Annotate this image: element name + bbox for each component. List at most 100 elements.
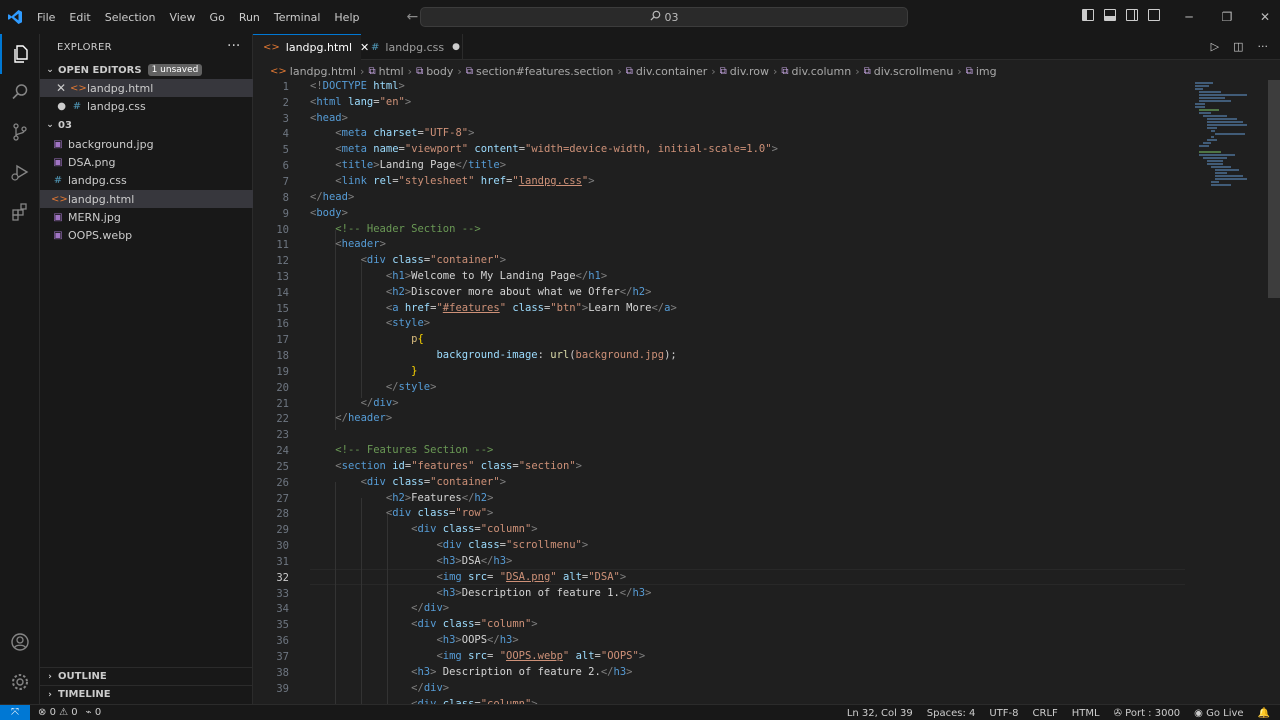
live-server-port[interactable]: ✇ Port : 3000 [1114,708,1181,719]
run-play-icon[interactable]: ▷ [1211,40,1219,53]
chevron-right-icon: › [457,64,462,78]
chevron-right-icon: › [48,689,52,700]
unsaved-dot-icon[interactable]: ● [40,101,66,112]
breadcrumb-item[interactable]: body [426,65,453,78]
notifications-bell-icon[interactable]: 🔔 [1258,708,1270,719]
toggle-panel-icon[interactable] [1104,9,1116,21]
tab-landpg-html[interactable]: <> landpg.html ✕ [253,34,369,60]
language-mode[interactable]: HTML [1072,708,1100,719]
breadcrumb-item[interactable]: div.container [636,65,707,78]
encoding[interactable]: UTF-8 [989,708,1018,719]
line-number: 9 [282,208,289,220]
tab-landpg-css[interactable]: # landpg.css ● [361,34,463,60]
tab-label: landpg.html [285,41,353,54]
code-line: <h3> Description of feature 2.</h3> [411,666,633,678]
breadcrumb-item[interactable]: html [379,65,404,78]
breadcrumb-item[interactable]: img [976,65,997,78]
line-number: 25 [276,461,289,473]
close-editor-icon[interactable]: ✕ [40,81,66,95]
breadcrumb-item[interactable]: div.row [730,65,769,78]
menu-selection[interactable]: Selection [98,11,163,24]
breadcrumb-item[interactable]: div.column [792,65,852,78]
line-number: 33 [276,588,289,600]
image-file-icon: ▣ [53,156,63,168]
element-icon: ⧉ [863,65,871,77]
open-editors-header[interactable]: ⌄ OPEN EDITORS 1 unsaved [40,61,253,79]
file-item-landpg-css[interactable]: # landpg.css [40,171,253,189]
code-line: <div class="container"> [360,254,507,266]
open-editor-item-landpg-css[interactable]: ● # landpg.css [40,97,253,115]
menu-terminal[interactable]: Terminal [267,11,328,24]
line-number: 17 [276,334,289,346]
file-item-background-jpg[interactable]: ▣ background.jpg [40,135,253,153]
menu-file[interactable]: File [30,11,62,24]
accounts-icon[interactable] [0,622,40,662]
open-editor-item-landpg-html[interactable]: ✕ <> landpg.html [40,79,253,97]
outline-header[interactable]: › OUTLINE [40,667,253,685]
close-window-icon[interactable]: ✕ [1246,0,1280,34]
breadcrumb-item[interactable]: landpg.html [290,65,356,78]
toggle-primary-sidebar-icon[interactable] [1082,9,1094,21]
file-label: landpg.css [68,173,127,187]
editor-tabs: <> landpg.html ✕ # landpg.css ● ▷ ◫ ··· [253,34,1280,60]
line-number: 30 [276,540,289,552]
file-label: DSA.png [68,155,116,169]
file-item-dsa-png[interactable]: ▣ DSA.png [40,153,253,171]
line-number: 19 [276,366,289,378]
unsaved-badge: 1 unsaved [147,64,203,76]
code-line: <!-- Header Section --> [335,223,481,235]
window-controls: ─ ❐ ✕ [1170,0,1280,34]
unsaved-dot-icon[interactable]: ● [452,42,460,52]
vertical-scrollbar[interactable] [1268,80,1280,298]
code-line: <h2>Features</h2> [385,492,494,504]
timeline-header[interactable]: › TIMELINE [40,685,253,703]
port-label: Port : 3000 [1125,707,1181,719]
explorer-sidebar: EXPLORER ··· ⌄ OPEN EDITORS 1 unsaved ✕ … [40,34,253,704]
minimap[interactable] [1190,80,1250,200]
restore-icon[interactable]: ❐ [1208,0,1246,34]
toggle-secondary-sidebar-icon[interactable] [1126,9,1138,21]
command-center-search[interactable]: 03 [420,7,908,27]
menu-help[interactable]: Help [327,11,366,24]
extensions-icon[interactable] [0,192,40,232]
timeline-label: TIMELINE [58,689,111,700]
breadcrumb-item[interactable]: div.scrollmenu [874,65,954,78]
menu-edit[interactable]: Edit [62,11,97,24]
back-arrow-icon[interactable]: ← [406,9,418,25]
indentation[interactable]: Spaces: 4 [927,708,976,719]
minimize-icon[interactable]: ─ [1170,0,1208,34]
ports-indicator[interactable]: ⌁ 0 [86,707,102,718]
more-actions-icon[interactable]: ··· [1258,40,1269,53]
run-and-debug-icon[interactable] [0,152,40,192]
settings-gear-icon[interactable] [0,662,40,702]
breadcrumb-item[interactable]: section#features.section [476,65,613,78]
code-editor[interactable]: 1 2 3 4 5 6 7 8 9 10 11 12 13 14 15 16 17 18 19 20 21 22 23 24 2… [253,80,1267,704]
code-line: <div class="column"> [411,618,538,630]
activity-bar [0,34,40,704]
open-editor-label: landpg.css [87,99,146,113]
search-sidebar-icon[interactable] [0,72,40,112]
html-file-icon: <> [263,42,280,53]
menu-go[interactable]: Go [203,11,232,24]
problems-indicator[interactable]: ⊗ 0 ⚠ 0 [38,707,78,718]
css-file-icon: # [371,41,380,53]
menu-run[interactable]: Run [232,11,267,24]
line-number: 14 [276,287,289,299]
explorer-icon[interactable] [0,34,40,74]
tab-label: landpg.css [385,40,445,54]
line-number: 28 [276,508,289,520]
cursor-position[interactable]: Ln 32, Col 39 [847,708,913,719]
end-of-line[interactable]: CRLF [1033,708,1058,719]
more-actions-icon[interactable]: ··· [227,38,240,54]
source-control-icon[interactable] [0,112,40,152]
split-editor-icon[interactable]: ◫ [1233,40,1243,53]
remote-indicator-icon[interactable]: ⤧ [0,704,30,720]
file-item-landpg-html[interactable]: <> landpg.html [40,190,253,208]
customize-layout-icon[interactable] [1148,9,1160,21]
file-item-oops-webp[interactable]: ▣ OOPS.webp [40,226,253,244]
go-live-button[interactable]: ◉ Go Live [1194,708,1243,719]
element-icon: ⧉ [965,65,973,77]
folder-header[interactable]: ⌄ 03 [40,116,253,134]
file-item-mern-jpg[interactable]: ▣ MERN.jpg [40,208,253,226]
menu-view[interactable]: View [162,11,202,24]
